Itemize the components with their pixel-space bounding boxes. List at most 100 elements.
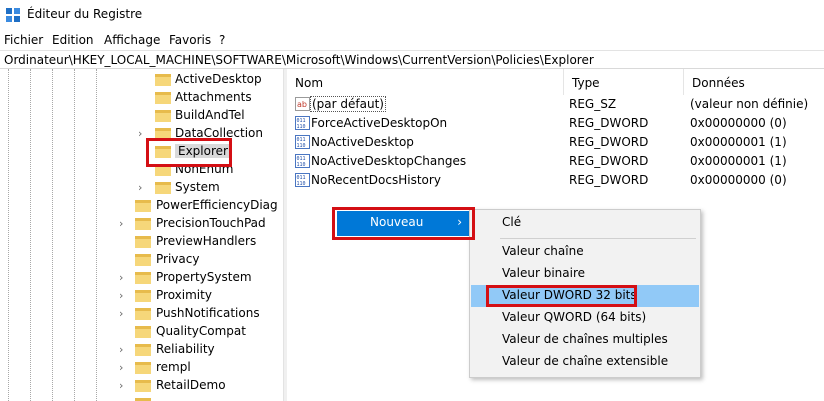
menu-fichier[interactable]: Fichier [4,33,43,47]
submenu-item-string-value[interactable]: Valeur chaîne [471,241,699,263]
column-header-label: Données [692,76,745,90]
chevron-right-icon[interactable]: › [138,181,150,194]
tree-item-label: PreviewHandlers [156,234,257,248]
dword-value-icon: 011110 [295,116,310,130]
chevron-right-icon[interactable]: › [119,343,131,356]
chevron-right-icon[interactable]: › [119,361,131,374]
value-name: NoActiveDesktop [311,135,414,149]
tree-item-label: PropertySystem [156,270,252,284]
folder-icon [135,236,151,248]
tree-item-rempl[interactable]: › rempl [119,359,279,377]
tree-item-label: PushNotifications [156,306,260,320]
folder-icon [135,326,151,338]
value-name: (par défaut) [310,96,386,112]
tree-item-retaildemo[interactable]: › RetailDemo [119,377,279,395]
value-name: NoRecentDocsHistory [311,173,441,187]
value-type: REG_DWORD [569,154,649,168]
submenu-item-expandable-string-value[interactable]: Valeur de chaîne extensible [471,351,699,373]
value-data: 0x00000001 (1) [690,154,787,168]
submenu-item-label: Valeur de chaînes multiples [502,332,668,346]
value-type: REG_SZ [569,97,617,111]
tree-item-label: Privacy [156,252,200,266]
annotation-box-nouveau [332,207,475,240]
column-header-data[interactable]: Données [684,69,824,95]
chevron-right-icon[interactable]: › [119,289,131,302]
column-header-type[interactable]: Type [564,69,684,95]
title-bar: Éditeur du Registre [0,0,824,30]
tree-guide [96,69,97,401]
folder-icon [135,200,151,212]
tree-item-partial[interactable] [119,395,279,401]
folder-icon [135,290,151,302]
menu-favoris[interactable]: Favoris [169,33,211,47]
chevron-right-icon[interactable]: › [119,307,131,320]
registry-editor-icon [6,8,20,22]
tree-item-label: BuildAndTel [175,108,245,122]
tree-item-pushnotifications[interactable]: › PushNotifications [119,305,279,323]
chevron-right-icon[interactable]: › [119,217,131,230]
tree-item-precisiontouchpad[interactable]: › PrecisionTouchPad [119,215,279,233]
submenu-item-qword-value[interactable]: Valeur QWORD (64 bits) [471,307,699,329]
menu-help[interactable]: ? [219,33,225,47]
chevron-right-icon[interactable]: › [119,379,131,392]
tree-guide [74,69,75,401]
tree-guide [30,69,31,401]
tree-item-qualitycompat[interactable]: QualityCompat [119,323,279,341]
tree-item-label: PowerEfficiencyDiag [156,198,278,212]
submenu-item-label: Valeur de chaîne extensible [502,354,669,368]
tree-pane[interactable]: ActiveDesktop Attachments BuildAndTel › … [0,69,283,401]
menu-edition[interactable]: Edition [52,33,94,47]
tree-item-label: rempl [156,360,191,374]
tree-item-attachments[interactable]: Attachments [138,89,278,107]
tree-item-label: QualityCompat [156,324,246,338]
annotation-box-dword [486,285,637,307]
folder-icon [155,74,171,86]
submenu-item-binary-value[interactable]: Valeur binaire [471,263,699,285]
tree-item-privacy[interactable]: Privacy [119,251,279,269]
tree-item-label: RetailDemo [156,378,226,392]
annotation-box-explorer [146,138,232,167]
value-data: (valeur non définie) [690,97,809,111]
menu-bar: Fichier Edition Affichage Favoris ? [0,31,824,49]
tree-item-label: Proximity [156,288,212,302]
tree-item-previewhandlers[interactable]: PreviewHandlers [119,233,279,251]
submenu-item-label: Valeur chaîne [502,244,584,258]
column-header-name[interactable]: Nom [287,69,564,95]
tree-item-label: System [175,180,220,194]
folder-icon [155,110,171,122]
address-bar[interactable]: Ordinateur\HKEY_LOCAL_MACHINE\SOFTWARE\M… [0,50,824,69]
tree-item-propertysystem[interactable]: › PropertySystem [119,269,279,287]
tree-guide [52,69,53,401]
value-data: 0x00000000 (0) [690,173,787,187]
tree-item-reliability[interactable]: › Reliability [119,341,279,359]
column-header-label: Nom [295,76,324,90]
value-type: REG_DWORD [569,173,649,187]
svg-text:110: 110 [297,162,306,168]
submenu-item-multi-string-value[interactable]: Valeur de chaînes multiples [471,329,699,351]
value-type: REG_DWORD [569,135,649,149]
tree-item-powerefficiencydiag[interactable]: PowerEfficiencyDiag [119,197,279,215]
chevron-right-icon[interactable]: › [119,271,131,284]
list-row[interactable]: 011 110 NoActiveDesktopChanges REG_DWORD … [287,152,824,171]
folder-icon [135,380,151,392]
submenu-item-label: Valeur QWORD (64 bits) [502,310,647,324]
submenu-item-key[interactable]: Clé [471,212,699,234]
svg-text:110: 110 [297,143,306,149]
list-row[interactable]: 011 110 ForceActiveDesktopOn REG_DWORD 0x… [287,114,824,133]
address-path[interactable]: Ordinateur\HKEY_LOCAL_MACHINE\SOFTWARE\M… [4,53,594,67]
list-row[interactable]: 011 110 NoActiveDesktop REG_DWORD 0x00000… [287,133,824,152]
svg-text:110: 110 [297,124,306,130]
tree-item-label: Attachments [175,90,252,104]
tree-item-activedesktop[interactable]: ActiveDesktop [138,71,278,89]
tree-item-label: Reliability [156,342,215,356]
submenu-item-label: Valeur binaire [502,266,585,280]
tree-item-system[interactable]: › System [138,179,278,197]
list-row[interactable]: ab (par défaut) REG_SZ (valeur non défin… [287,95,824,114]
list-row[interactable]: 011 110 NoRecentDocsHistory REG_DWORD 0x0… [287,171,824,190]
folder-icon [155,182,171,194]
tree-item-buildandtel[interactable]: BuildAndTel [138,107,278,125]
value-name: NoActiveDesktopChanges [311,154,467,168]
tree-item-proximity[interactable]: › Proximity [119,287,279,305]
folder-icon [135,272,151,284]
menu-affichage[interactable]: Affichage [104,33,160,47]
